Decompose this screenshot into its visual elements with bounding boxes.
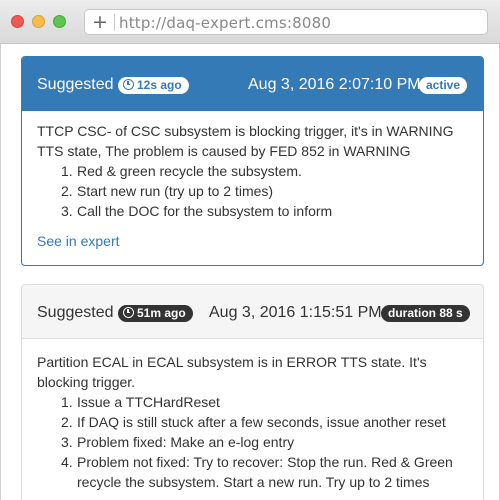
step-item: 4. Problem not fixed: Try to recover: Sto…: [61, 452, 473, 492]
see-in-expert-link[interactable]: See in expert: [37, 231, 120, 251]
step-item: 3. Call the DOC for the subsystem to info…: [61, 201, 473, 221]
panel-title: Suggested: [37, 304, 114, 321]
status-badge: active: [419, 77, 468, 94]
step-text: Start new run (try up to 2 times): [77, 183, 274, 199]
page-viewport: Suggested 12s ago Aug 3, 2016 2:07:10 PM…: [0, 44, 500, 500]
step-item: 2. Start new run (try up to 2 times): [61, 181, 473, 201]
steps-list: 1. Red & green recycle the subsystem. 2. S…: [37, 161, 473, 221]
step-number: 3.: [61, 203, 73, 219]
browser-toolbar: + http://daq-expert.cms:8080: [0, 0, 500, 44]
time-ago-text: 12s ago: [137, 78, 182, 92]
address-bar[interactable]: + http://daq-expert.cms:8080: [84, 9, 488, 35]
step-item: 2. If DAQ is still stuck after a few seco…: [61, 412, 473, 432]
time-ago-text: 51m ago: [137, 306, 186, 320]
panel-date: Aug 3, 2016 2:07:10 PM: [248, 76, 421, 93]
step-number: 2.: [61, 414, 73, 430]
time-ago-badge: 12s ago: [118, 77, 189, 94]
step-text: Call the DOC for the subsystem to inform: [77, 203, 333, 219]
step-number: 1.: [61, 163, 73, 179]
panel-heading: Suggested 12s ago Aug 3, 2016 2:07:10 PM…: [22, 57, 483, 111]
clock-icon: [123, 79, 134, 90]
steps-list: 1. Issue a TTCHardReset 2. If DAQ is still…: [37, 392, 473, 492]
step-text: Red & green recycle the subsystem.: [77, 163, 302, 179]
step-number: 2.: [61, 183, 73, 199]
panel-body: TTCP CSC- of CSC subsystem is blocking t…: [37, 121, 473, 251]
step-number: 3.: [61, 434, 73, 450]
step-text: If DAQ is still stuck after a few second…: [77, 414, 446, 430]
time-ago-badge: 51m ago: [118, 305, 193, 322]
maximize-window-button[interactable]: [53, 15, 66, 28]
step-text: Problem not fixed: Try to recover: Stop …: [77, 454, 453, 490]
close-window-button[interactable]: [11, 15, 24, 28]
step-item: 1. Issue a TTCHardReset: [61, 392, 473, 412]
panel-title: Suggested: [37, 76, 114, 93]
plus-icon[interactable]: +: [92, 13, 108, 32]
step-text: Problem fixed: Make an e-log entry: [77, 434, 295, 450]
step-item: 1. Red & green recycle the subsystem.: [61, 161, 473, 181]
minimize-window-button[interactable]: [32, 15, 45, 28]
suggestion-panel-past: Suggested 51m ago Aug 3, 2016 1:15:51 PM…: [21, 284, 484, 500]
step-number: 1.: [61, 394, 73, 410]
suggestion-panel-active: Suggested 12s ago Aug 3, 2016 2:07:10 PM…: [21, 56, 484, 266]
panel-heading: Suggested 51m ago Aug 3, 2016 1:15:51 PM…: [22, 285, 483, 339]
address-bar-divider: [114, 14, 115, 31]
panel-date: Aug 3, 2016 1:15:51 PM: [209, 304, 382, 321]
step-item: 3. Problem fixed: Make an e-log entry: [61, 432, 473, 452]
step-text: Issue a TTCHardReset: [77, 394, 220, 410]
step-number: 4.: [61, 454, 73, 470]
suggestion-description: TTCP CSC- of CSC subsystem is blocking t…: [37, 123, 454, 159]
clock-icon: [123, 307, 134, 318]
duration-badge: duration 88 s: [381, 305, 470, 322]
suggestion-description: Partition ECAL in ECAL subsystem is in E…: [37, 354, 427, 390]
url-text[interactable]: http://daq-expert.cms:8080: [119, 14, 331, 32]
panel-body: Partition ECAL in ECAL subsystem is in E…: [37, 352, 473, 492]
